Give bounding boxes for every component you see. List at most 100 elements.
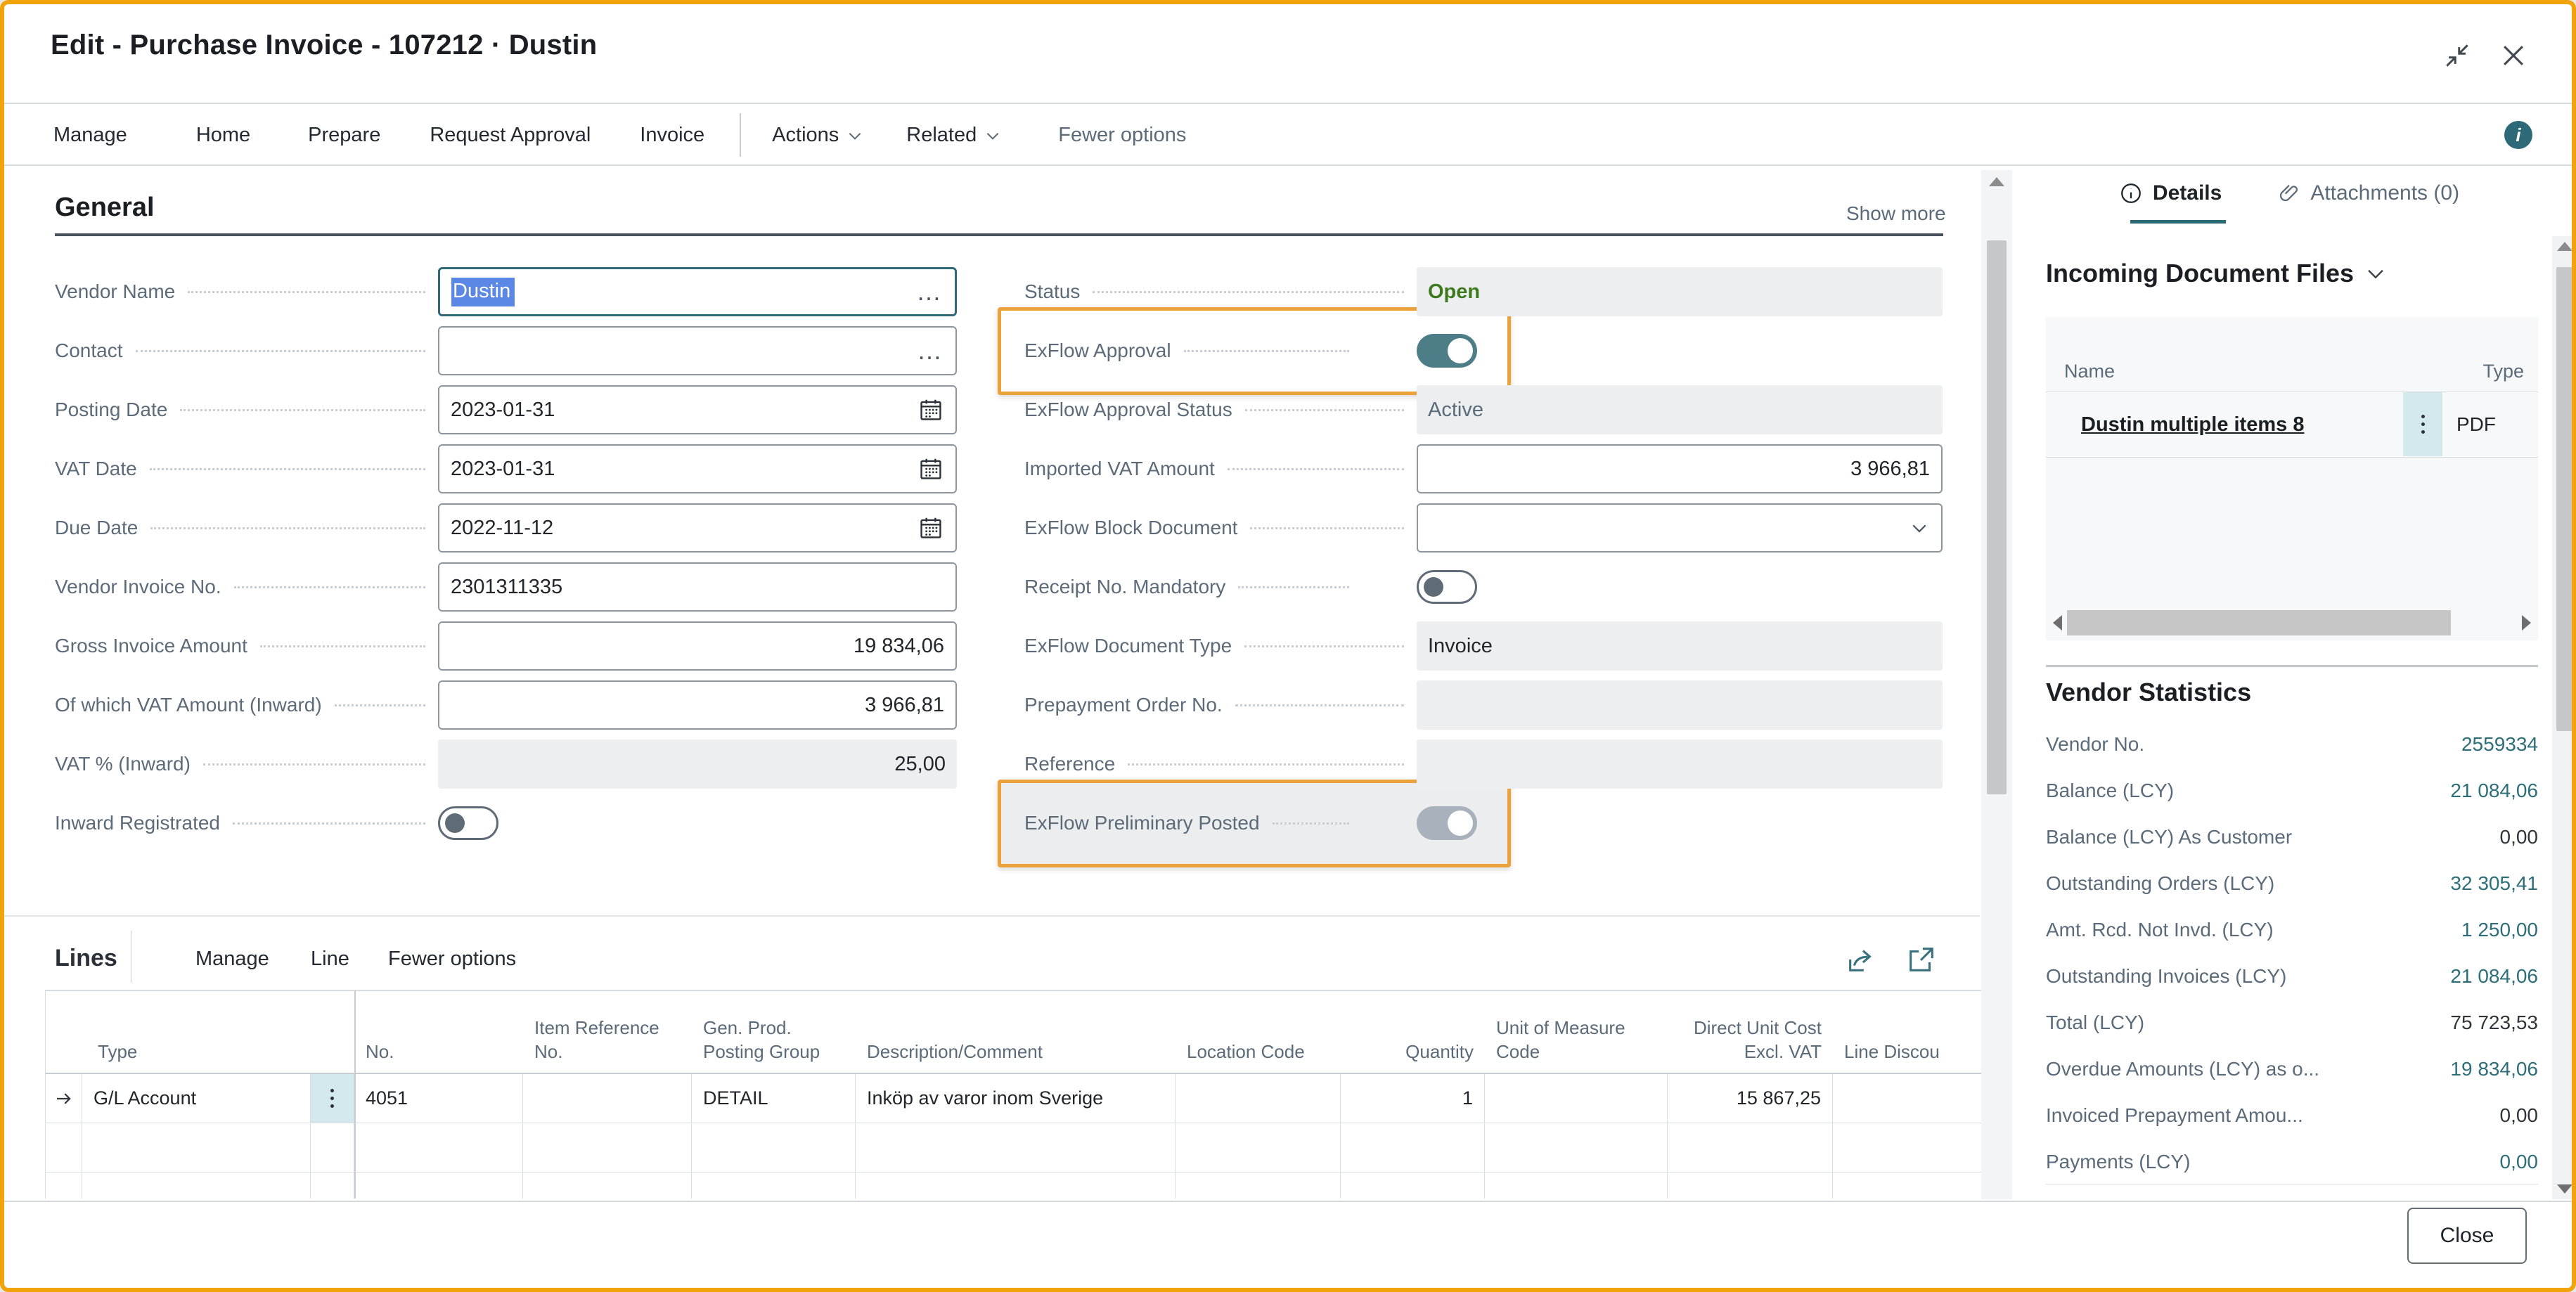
files-type-header[interactable]: Type [2482,361,2524,382]
open-in-window-icon[interactable] [1905,943,1938,976]
chevron-down-icon[interactable] [1909,517,1930,538]
gross-invoice-amount-input[interactable]: 19 834,06 [438,621,957,671]
field-label-posting-date: Posting Date [55,399,168,420]
scrollbar-thumb[interactable] [1987,240,2007,794]
chevron-down-icon [984,127,1002,145]
menu-fewer-options[interactable]: Fewer options [1058,124,1186,147]
menu-prepare[interactable]: Prepare [308,124,380,147]
col-unit-of-measure[interactable]: Unit of Measure Code [1485,1016,1668,1064]
imported-vat-amount-input[interactable]: 3 966,81 [1417,444,1943,493]
file-type: PDF [2456,413,2496,435]
stat-link[interactable]: 2559334 [2461,733,2538,756]
stat-row: Vendor No. 2559334 [2046,733,2538,756]
exflow-preliminary-posted-toggle[interactable] [1417,806,1477,840]
calendar-icon[interactable] [917,396,944,423]
lookup-ellipsis-icon[interactable]: … [916,279,944,304]
field-label-reference: Reference [1024,753,1116,775]
col-type[interactable]: Type [82,1040,354,1064]
contact-input[interactable]: … [438,326,957,375]
lookup-ellipsis-icon[interactable]: … [917,338,944,363]
vendor-name-input[interactable]: Dustin… [438,267,957,316]
cell-item-reference[interactable] [523,1074,692,1123]
files-name-header[interactable]: Name [2064,361,2115,382]
tab-attachments[interactable]: Attachments (0) [2278,181,2459,205]
stat-link[interactable]: 19 834,06 [2450,1058,2538,1080]
cell-location[interactable] [1176,1074,1341,1123]
exflow-block-document-select[interactable] [1417,503,1943,553]
inward-registrated-toggle[interactable] [438,806,498,840]
vat-amount-inward-input[interactable]: 3 966,81 [438,680,957,730]
more-options-icon[interactable] [2403,392,2442,456]
vendor-statistics-heading: Vendor Statistics [2046,678,2252,706]
menu-manage[interactable]: Manage [53,124,127,147]
stat-link[interactable]: 21 084,06 [2450,965,2538,988]
cell-quantity[interactable]: 1 [1341,1074,1485,1123]
tab-details[interactable]: Details [2119,181,2227,224]
menu-request-approval[interactable]: Request Approval [430,124,591,147]
posting-date-input[interactable]: 2023-01-31 [438,385,957,434]
lines-menu-fewer-options[interactable]: Fewer options [388,948,516,971]
stat-link[interactable]: 21 084,06 [2450,780,2538,802]
col-quantity[interactable]: Quantity [1341,1040,1485,1064]
incoming-document-files-heading[interactable]: Incoming Document Files [2046,259,2388,288]
table-row[interactable]: G/L Account 4051 DETAIL Inköp av varor i… [46,1074,1982,1123]
row-marker-arrow-icon [46,1074,82,1123]
menu-actions[interactable]: Actions [772,124,864,147]
table-row-empty[interactable] [46,1173,1982,1199]
cell-gen-prod[interactable]: DETAIL [692,1074,856,1123]
scroll-left-arrow-icon[interactable] [2053,615,2062,631]
cell-no[interactable]: 4051 [354,1074,523,1123]
menu-invoice[interactable]: Invoice [640,124,704,147]
files-horizontal-scrollbar[interactable] [2049,608,2535,638]
scroll-down-arrow-icon[interactable] [2557,1184,2572,1194]
dotted-leader [233,822,425,825]
calendar-icon[interactable] [917,515,944,541]
col-description[interactable]: Description/Comment [856,1040,1176,1064]
scroll-up-arrow-icon[interactable] [2557,242,2572,251]
col-item-reference-no[interactable]: Item Reference No. [523,1016,692,1064]
cell-line-discount[interactable] [1833,1074,1981,1123]
menu-home[interactable]: Home [196,124,250,147]
field-label-due-date: Due Date [55,517,139,538]
stat-link[interactable]: 0,00 [2500,1151,2539,1173]
dotted-leader [188,290,425,293]
more-options-icon[interactable] [311,1074,354,1123]
col-line-discount[interactable]: Line Discou [1833,1040,1981,1064]
stat-link[interactable]: 1 250,00 [2461,919,2538,941]
info-icon[interactable]: i [2504,121,2532,149]
stat-link[interactable]: 32 305,41 [2450,872,2538,895]
cell-unit-cost[interactable]: 15 867,25 [1668,1074,1833,1123]
dotted-leader [180,408,425,411]
close-icon[interactable] [2497,39,2530,72]
close-button[interactable]: Close [2407,1208,2527,1264]
table-row-empty[interactable] [46,1123,1982,1173]
col-direct-unit-cost[interactable]: Direct Unit Cost Excl. VAT [1668,1016,1833,1064]
calendar-icon[interactable] [917,456,944,482]
file-row[interactable]: Dustin multiple items 8 PDF [2046,392,2538,458]
col-gen-prod-posting-group[interactable]: Gen. Prod. Posting Group [692,1016,856,1064]
scrollbar-thumb[interactable] [2556,267,2572,731]
vat-date-input[interactable]: 2023-01-31 [438,444,957,493]
col-location-code[interactable]: Location Code [1176,1040,1341,1064]
show-more-link[interactable]: Show more [1846,202,1946,225]
file-name-link[interactable]: Dustin multiple items 8 [2081,413,2304,437]
receipt-no-mandatory-toggle[interactable] [1417,570,1477,604]
lines-menu-manage[interactable]: Manage [195,948,269,971]
cell-uom[interactable] [1485,1074,1668,1123]
lines-menu-line[interactable]: Line [311,948,349,971]
collapse-window-icon[interactable] [2441,39,2473,72]
scrollbar-thumb[interactable] [2067,610,2451,635]
dotted-leader [1244,645,1404,647]
cell-type[interactable]: G/L Account [82,1074,311,1123]
cell-description[interactable]: Inköp av varor inom Sverige [856,1074,1176,1123]
exflow-approval-toggle[interactable] [1417,334,1477,368]
due-date-input[interactable]: 2022-11-12 [438,503,957,553]
scroll-right-arrow-icon[interactable] [2522,615,2531,631]
col-no[interactable]: No. [354,1040,523,1064]
vendor-invoice-no-input[interactable]: 2301311335 [438,562,957,612]
menu-related[interactable]: Related [906,124,1002,147]
scroll-up-arrow-icon[interactable] [1989,177,2004,186]
panel-scrollbar[interactable] [2552,236,2572,1199]
share-icon[interactable] [1845,943,1877,976]
main-scrollbar[interactable] [1981,170,2012,1199]
